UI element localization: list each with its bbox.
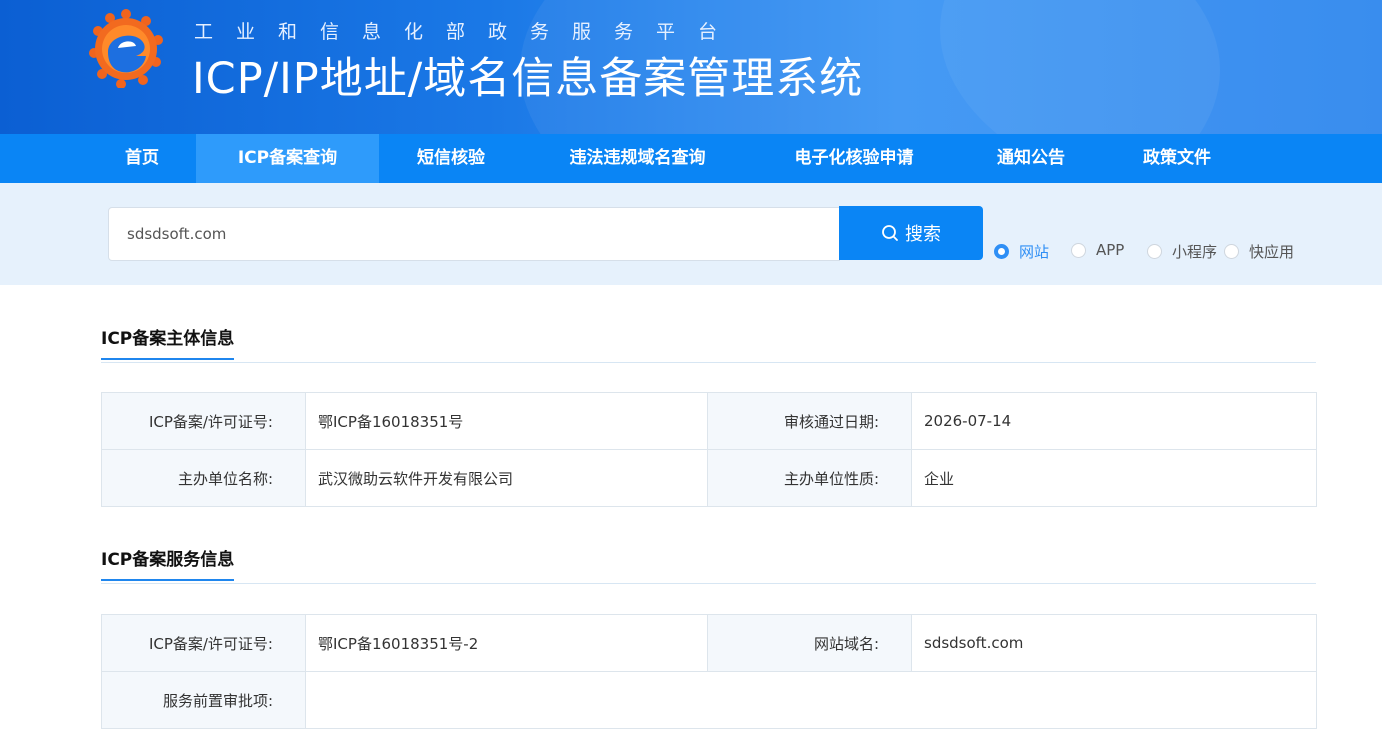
service-section-title: ICP备案服务信息 — [101, 545, 235, 581]
table-row: 服务前置审批项: — [101, 671, 1317, 729]
header-banner: 工业和信息化部政务服务平台 ICP/IP地址/域名信息备案管理系统 — [0, 0, 1382, 134]
radio-app[interactable]: APP — [1071, 241, 1124, 259]
field-value: 企业 — [911, 449, 1317, 507]
system-title: ICP/IP地址/域名信息备案管理系统 — [192, 54, 864, 104]
banner-decoration — [940, 0, 1382, 134]
field-value: 2026-07-14 — [911, 392, 1317, 450]
radio-dot-icon — [1147, 244, 1162, 259]
radio-label: APP — [1096, 241, 1125, 259]
search-button-label: 搜索 — [905, 224, 941, 245]
nav-item-policy[interactable]: 政策文件 — [1112, 134, 1242, 183]
field-label: 主办单位性质: — [707, 449, 912, 507]
field-label: ICP备案/许可证号: — [101, 392, 306, 450]
radio-website[interactable]: 网站 — [994, 241, 1049, 262]
field-label: 审核通过日期: — [707, 392, 912, 450]
section-divider — [101, 583, 1316, 584]
radio-label: 快应用 — [1249, 243, 1295, 261]
radio-mini-program[interactable]: 小程序 — [1147, 241, 1217, 262]
radio-dot-icon — [994, 244, 1009, 259]
radio-dot-icon — [1224, 244, 1239, 259]
field-value: 武汉微助云软件开发有限公司 — [305, 449, 708, 507]
field-label: 网站域名: — [707, 614, 912, 672]
miit-logo-icon — [89, 9, 163, 88]
nav-item-notices[interactable]: 通知公告 — [966, 134, 1096, 183]
subject-section-title: ICP备案主体信息 — [101, 324, 235, 360]
field-label: ICP备案/许可证号: — [101, 614, 306, 672]
field-value: 鄂ICP备16018351号-2 — [305, 614, 708, 672]
section-divider — [101, 362, 1316, 363]
platform-subtitle: 工业和信息化部政务服务平台 — [194, 21, 741, 43]
nav-item-e-verify[interactable]: 电子化核验申请 — [762, 134, 946, 183]
search-area: 搜索 网站 APP 小程序 快应用 — [0, 183, 1382, 285]
nav-item-home[interactable]: 首页 — [96, 134, 188, 183]
nav-item-sms-verify[interactable]: 短信核验 — [386, 134, 516, 183]
radio-label: 网站 — [1019, 243, 1050, 261]
table-row: ICP备案/许可证号: 鄂ICP备16018351号-2 网站域名: sdsds… — [101, 614, 1317, 672]
subject-info-table: ICP备案/许可证号: 鄂ICP备16018351号 审核通过日期: 2026-… — [101, 392, 1317, 507]
radio-quick-app[interactable]: 快应用 — [1224, 241, 1294, 262]
field-value: sdsdsoft.com — [911, 614, 1317, 672]
field-label: 服务前置审批项: — [101, 671, 306, 729]
nav-item-illegal-domain[interactable]: 违法违规域名查询 — [530, 134, 745, 183]
table-row: 主办单位名称: 武汉微助云软件开发有限公司 主办单位性质: 企业 — [101, 449, 1317, 507]
field-label: 主办单位名称: — [101, 449, 306, 507]
table-row: ICP备案/许可证号: 鄂ICP备16018351号 审核通过日期: 2026-… — [101, 392, 1317, 450]
radio-label: 小程序 — [1172, 243, 1218, 261]
field-value: 鄂ICP备16018351号 — [305, 392, 708, 450]
service-info-table: ICP备案/许可证号: 鄂ICP备16018351号-2 网站域名: sdsds… — [101, 614, 1317, 729]
radio-dot-icon — [1071, 242, 1086, 258]
search-input[interactable] — [108, 207, 840, 261]
search-icon — [882, 225, 898, 241]
field-value — [305, 671, 1317, 729]
main-nav: 首页 ICP备案查询 短信核验 违法违规域名查询 电子化核验申请 通知公告 政策… — [0, 134, 1382, 183]
nav-item-icp-query[interactable]: ICP备案查询 — [196, 134, 379, 183]
search-button[interactable]: 搜索 — [839, 206, 983, 260]
